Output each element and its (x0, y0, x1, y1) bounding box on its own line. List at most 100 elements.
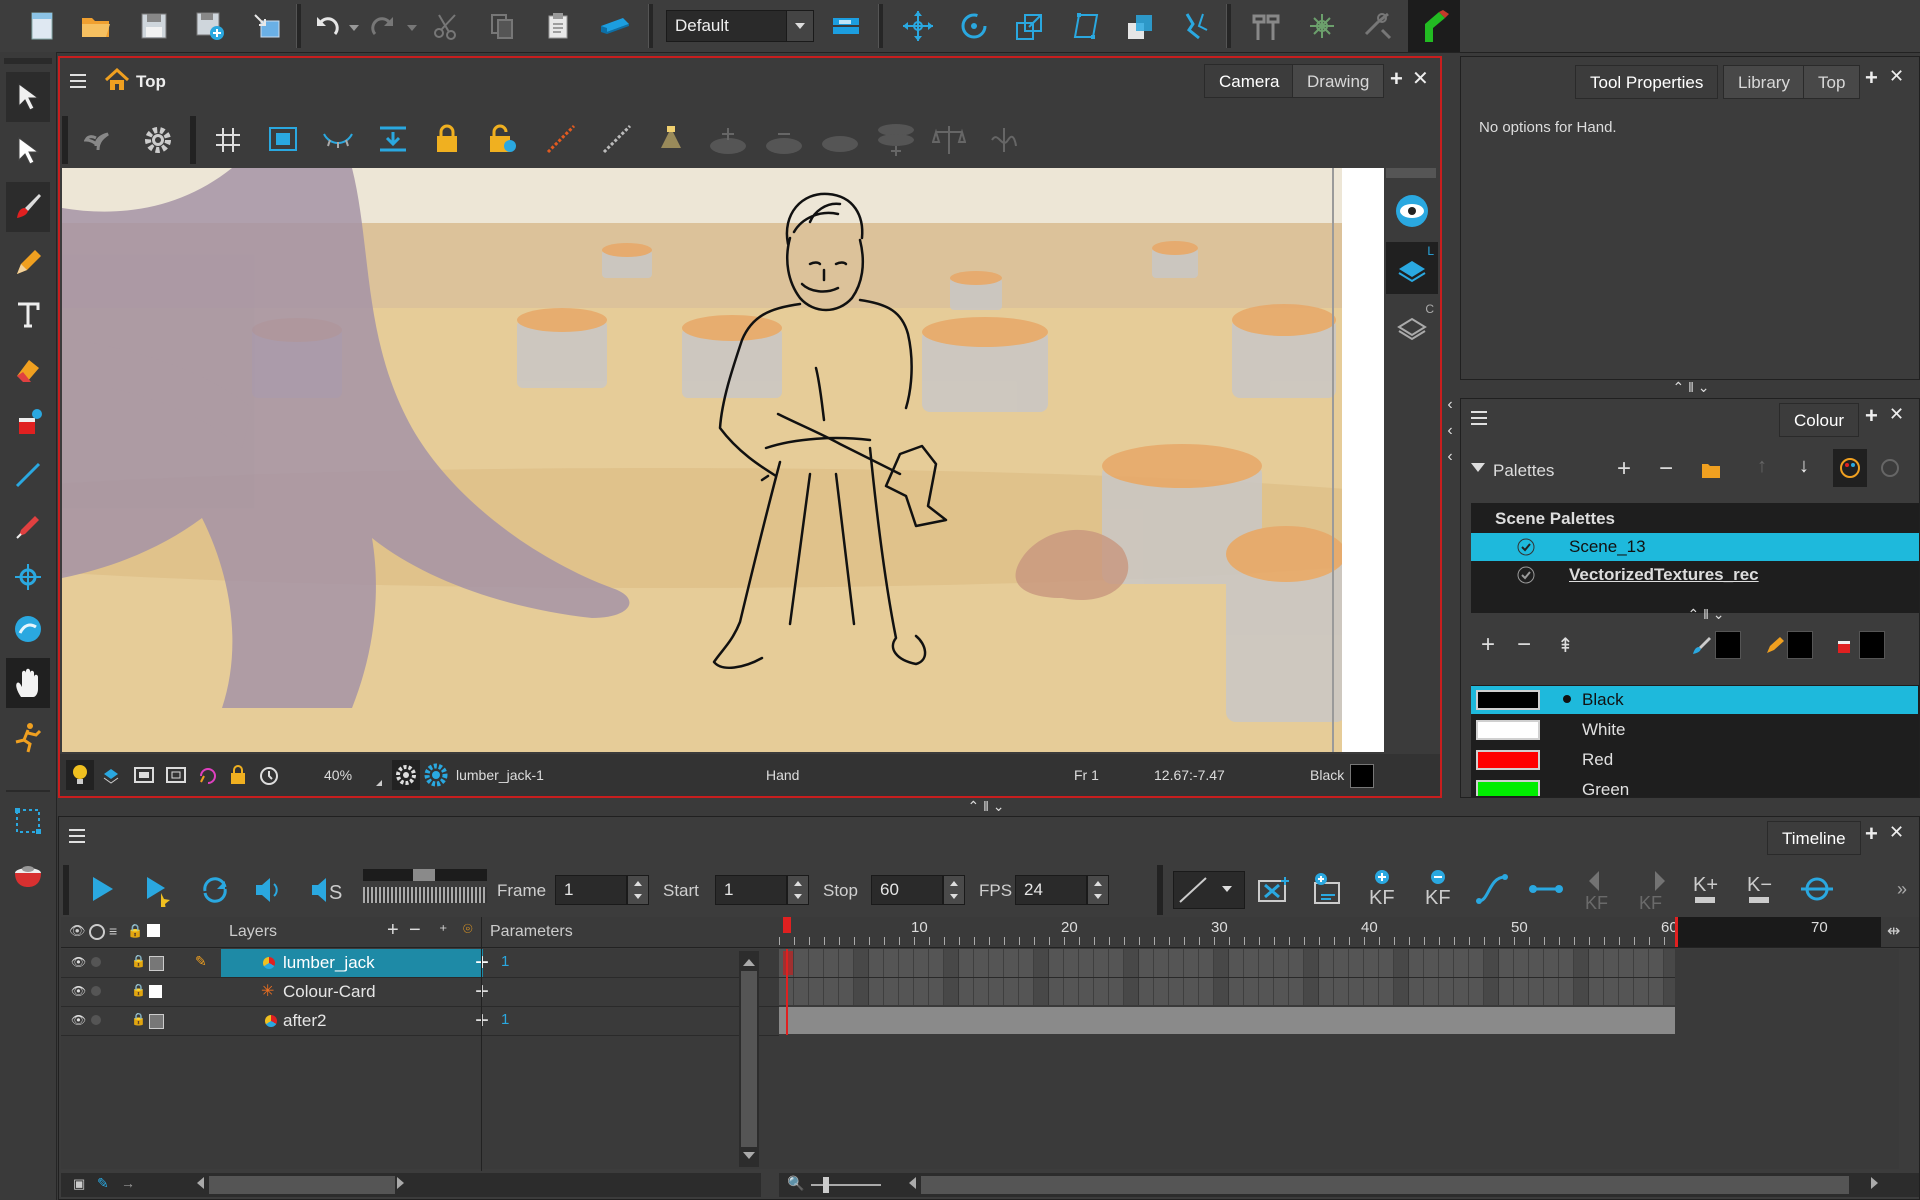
expand-layer-icon[interactable]: + (475, 1007, 489, 1035)
reset-view-icon[interactable] (258, 765, 280, 791)
sound-icon[interactable] (253, 875, 285, 909)
tab-camera[interactable]: Camera (1204, 64, 1295, 98)
add-palette-icon[interactable]: + (1617, 455, 1631, 483)
scrollbar-thumb[interactable] (741, 971, 757, 1147)
deformer-display-icon[interactable] (602, 124, 632, 158)
ik-icon[interactable] (1408, 0, 1460, 52)
brush-colour-swatch[interactable] (1715, 631, 1741, 659)
settings-gear-icon[interactable] (142, 124, 174, 160)
sound-scrub-icon[interactable]: S (309, 875, 343, 909)
toggle-all-lock-icon[interactable]: 🔒 (127, 923, 143, 939)
remove-layer-icon[interactable]: − (409, 919, 421, 942)
layers-horizontal-thumb[interactable] (209, 1176, 395, 1194)
light-table-icon[interactable] (322, 126, 354, 156)
move-down-icon[interactable]: ↓ (1799, 455, 1809, 478)
drawing-gear-icon[interactable] (422, 760, 450, 790)
extend-exposure-icon[interactable]: K+ (1691, 869, 1725, 913)
zoom-timeline-icon[interactable] (1799, 873, 1835, 909)
undo-icon[interactable] (306, 6, 346, 46)
layer-properties-icon[interactable]: ⌾ (463, 921, 473, 939)
lock-icon[interactable]: 🔒 (131, 1012, 146, 1026)
reset-icon[interactable] (1302, 6, 1342, 46)
add-colour-icon[interactable]: + (1481, 631, 1495, 659)
colour-toggle-icon[interactable] (149, 1014, 164, 1029)
select-tool-icon[interactable] (6, 72, 50, 122)
remove-colour-icon[interactable]: − (1517, 631, 1531, 659)
light-bulb-icon[interactable] (66, 760, 94, 790)
tab-top[interactable]: Top (1803, 65, 1861, 99)
cell-grid[interactable] (779, 949, 1899, 1169)
pencil-colour-icon[interactable] (1765, 635, 1785, 659)
stop-motion-icon[interactable] (1529, 875, 1563, 907)
toggle-all-enable-icon[interactable] (89, 924, 105, 940)
side-collapse[interactable]: ‹ ‹ ‹ (1442, 392, 1458, 472)
add-peg-icon[interactable]: ⁺ (439, 921, 447, 941)
start-field[interactable]: 1 (715, 875, 787, 905)
cells-after2[interactable] (779, 1007, 1675, 1034)
layer-light-icon[interactable]: L (1386, 242, 1438, 294)
status-lock-icon[interactable] (230, 765, 246, 789)
playhead[interactable] (783, 917, 791, 933)
layer-view-icon[interactable]: ▣ (73, 1176, 85, 1192)
colour-toggle-icon[interactable] (149, 956, 164, 971)
panel-menu-icon[interactable] (1471, 411, 1487, 425)
colour-row-white[interactable]: White (1471, 716, 1918, 744)
new-icon[interactable] (22, 6, 62, 46)
close-icon[interactable]: ✕ (1889, 404, 1904, 425)
pivot-tool-icon[interactable] (6, 552, 50, 602)
redo-dropdown-icon[interactable] (404, 6, 420, 46)
pencil-tool-icon[interactable] (6, 238, 50, 288)
tab-tool-properties[interactable]: Tool Properties (1575, 65, 1719, 99)
playback-speed-slider[interactable] (363, 869, 487, 909)
dropper-tool-icon[interactable] (6, 502, 50, 552)
drawing-canvas[interactable] (62, 168, 1384, 752)
line-tool-icon[interactable] (6, 450, 50, 500)
lock-icon[interactable]: 🔒 (131, 954, 146, 968)
safe-area-icon[interactable] (268, 126, 298, 156)
panel-menu-icon[interactable] (70, 74, 86, 88)
rotation-icon[interactable] (198, 766, 218, 788)
copy-icon[interactable] (482, 6, 522, 46)
hammer-icon[interactable] (1246, 6, 1286, 46)
add-view-icon[interactable]: + (1865, 821, 1878, 847)
enable-icon[interactable] (91, 986, 101, 996)
panel-splitter[interactable]: ⌃ ‖ ⌄ (1646, 380, 1736, 394)
fps-field[interactable]: 24 (1015, 875, 1087, 905)
animate-tool-icon[interactable] (6, 712, 50, 762)
paste-icon[interactable] (538, 6, 578, 46)
spotlight-icon[interactable] (656, 124, 686, 158)
save-icon[interactable] (134, 6, 174, 46)
layer-dim-icon[interactable]: C (1386, 300, 1438, 352)
lock-icon[interactable] (434, 124, 460, 158)
safe-frame-icon[interactable] (166, 766, 186, 788)
close-icon[interactable]: ✕ (1889, 66, 1904, 87)
reduce-exposure-icon[interactable]: K− (1745, 869, 1779, 913)
palette-browser-icon[interactable] (1833, 449, 1867, 487)
timeline-zoom-icon[interactable]: 🔍 (787, 1175, 804, 1192)
remove-layer-icon[interactable] (764, 124, 804, 162)
play-icon[interactable] (89, 875, 115, 907)
layer-name-cell[interactable]: lumber_jack (221, 949, 483, 977)
move-up-icon[interactable]: ↑ (1757, 455, 1767, 478)
scale-icon[interactable] (1010, 6, 1050, 46)
visibility-icon[interactable]: 👁 (71, 984, 86, 998)
pencil-colour-swatch[interactable] (1787, 631, 1813, 659)
scroll-right-icon[interactable] (397, 1177, 410, 1189)
next-keyframe-icon[interactable]: KF (1637, 869, 1671, 915)
ruler-zoom-icon[interactable]: ⇹ (1887, 921, 1900, 941)
contour-editor-tool-icon[interactable] (6, 126, 50, 176)
onion-skin-icon[interactable] (83, 124, 114, 158)
expand-layer-icon[interactable]: + (475, 978, 489, 1006)
text-tool-icon[interactable] (6, 290, 50, 340)
remove-palette-icon[interactable]: − (1659, 455, 1673, 483)
enable-icon[interactable] (91, 957, 101, 967)
close-icon[interactable]: ✕ (1889, 822, 1904, 843)
tab-colour[interactable]: Colour (1779, 403, 1860, 437)
create-drawing-icon[interactable] (1309, 869, 1343, 911)
workspace-manager-icon[interactable] (826, 6, 866, 46)
scroll-left-icon[interactable] (903, 1177, 916, 1189)
main-splitter[interactable]: ⌃ ‖ ⌄ (946, 798, 1026, 814)
toggle-all-layers-icon[interactable]: ≡ (109, 923, 117, 939)
timeline-horizontal-thumb[interactable] (921, 1176, 1849, 1194)
previous-keyframe-icon[interactable]: KF (1583, 869, 1617, 915)
